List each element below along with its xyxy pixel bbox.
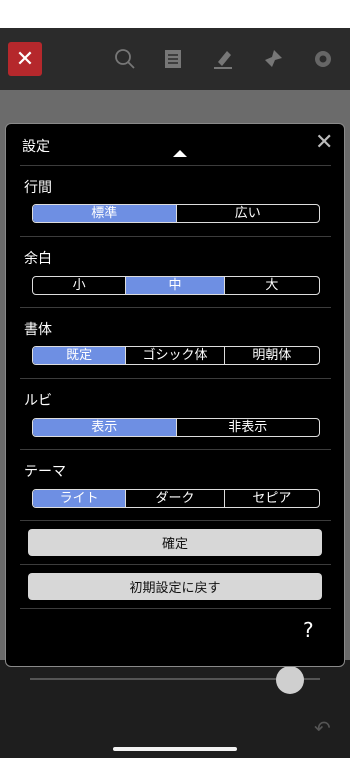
help-button[interactable]: ? (303, 618, 314, 642)
status-bar (0, 0, 350, 28)
theme-label: テーマ (24, 464, 66, 480)
margin-option-large[interactable]: 大 (223, 277, 319, 294)
settings-modal: 設定 ✕ 行間 標準 広い 余白 小 中 大 書体 既定 ゴシック体 明朝体 ル… (5, 123, 345, 667)
page-slider-knob[interactable] (276, 666, 304, 694)
font-option-mincho[interactable]: 明朝体 (223, 347, 319, 364)
line-spacing-option-wide[interactable]: 広い (175, 205, 320, 222)
divider (20, 236, 331, 237)
ruby-label: ルビ (24, 393, 52, 409)
line-spacing-segmented: 標準 広い (32, 204, 320, 223)
divider (20, 449, 331, 450)
font-segmented: 既定 ゴシック体 明朝体 (32, 346, 320, 365)
font-option-gothic[interactable]: ゴシック体 (125, 347, 223, 364)
gear-icon[interactable] (308, 44, 338, 74)
confirm-button[interactable]: 確定 (28, 529, 322, 556)
divider (20, 378, 331, 379)
font-option-default[interactable]: 既定 (33, 347, 126, 364)
collapse-arrow-icon[interactable] (173, 150, 187, 157)
theme-option-light[interactable]: ライト (33, 490, 126, 507)
margin-label: 余白 (24, 251, 52, 267)
home-indicator (113, 747, 237, 751)
theme-segmented: ライト ダーク セピア (32, 489, 320, 508)
reader-toolbar: ✕ (0, 28, 350, 90)
pen-icon[interactable] (208, 44, 238, 74)
undo-icon[interactable]: ↶ (314, 716, 331, 740)
margin-option-small[interactable]: 小 (33, 277, 125, 294)
ruby-option-show[interactable]: 表示 (33, 419, 176, 436)
close-reader-button[interactable]: ✕ (8, 42, 42, 76)
divider (20, 564, 331, 565)
theme-option-dark[interactable]: ダーク (125, 490, 223, 507)
divider (20, 307, 331, 308)
divider (20, 520, 331, 521)
reset-defaults-button[interactable]: 初期設定に戻す (28, 573, 322, 600)
search-icon[interactable] (110, 44, 140, 74)
page-slider-area: ↶ (0, 660, 350, 758)
ruby-segmented: 表示 非表示 (32, 418, 320, 437)
line-spacing-label: 行間 (24, 180, 52, 196)
font-label: 書体 (24, 322, 52, 338)
divider (20, 165, 331, 166)
ruby-option-hide[interactable]: 非表示 (175, 419, 320, 436)
margin-segmented: 小 中 大 (32, 276, 320, 295)
settings-title: 設定 (22, 139, 50, 155)
margin-option-medium[interactable]: 中 (125, 277, 224, 294)
list-icon[interactable] (158, 44, 188, 74)
bookmark-pin-icon[interactable] (258, 44, 288, 74)
close-icon[interactable]: ✕ (315, 132, 333, 154)
line-spacing-option-standard[interactable]: 標準 (33, 205, 176, 222)
theme-option-sepia[interactable]: セピア (223, 490, 319, 507)
divider (20, 608, 331, 609)
